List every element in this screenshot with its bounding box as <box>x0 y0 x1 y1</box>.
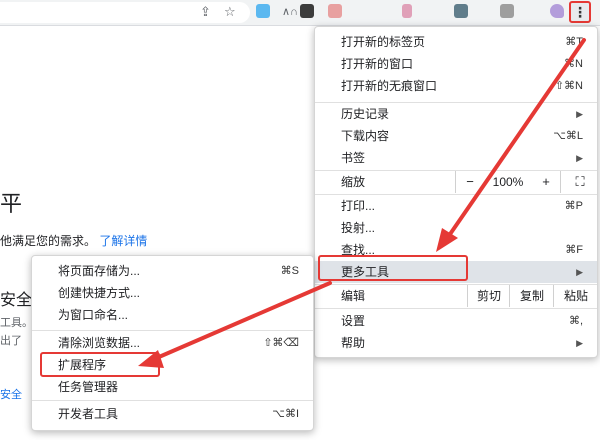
submenu-arrow-icon: ▶ <box>576 153 583 163</box>
menu-item-label: 帮助 <box>341 336 366 350</box>
section-line-1: 工具。 <box>0 317 33 329</box>
zoom-out-button[interactable]: − <box>456 171 484 193</box>
fullscreen-icon[interactable]: ⛶ <box>560 171 599 193</box>
menu-item-task-manager[interactable]: 任务管理器 <box>32 376 313 398</box>
extension-icon[interactable]: ∧∩ <box>282 4 298 20</box>
page-title-fragment: 平 <box>0 191 23 216</box>
shortcut-label: ⌘T <box>565 36 583 48</box>
menu-item-label: 任务管理器 <box>58 380 119 394</box>
menu-divider <box>315 308 597 309</box>
menu-item-label: 打印... <box>341 199 376 213</box>
menu-item-label: 打开新的标签页 <box>341 35 426 49</box>
menu-item-help[interactable]: 帮助 ▶ <box>315 332 597 354</box>
menu-divider <box>32 330 313 331</box>
page-desc-text: 他满足您的需求。 <box>0 234 97 248</box>
chrome-main-menu: 打开新的标签页 ⌘T 打开新的窗口 ⌘N 打开新的无痕窗口 ⇧⌘N 历史记录 ▶… <box>314 26 598 358</box>
extension-icon[interactable] <box>500 4 514 18</box>
security-link-fragment[interactable]: 安全 <box>0 386 22 402</box>
chrome-menu-button[interactable]: ⋮ <box>569 1 591 23</box>
menu-item-create-shortcut[interactable]: 创建快捷方式... <box>32 282 313 304</box>
menu-item-label: 下载内容 <box>341 129 390 143</box>
shortcut-label: ⌘F <box>565 244 583 256</box>
menu-item-label: 投射... <box>341 221 376 235</box>
zoom-in-button[interactable]: + <box>532 171 560 193</box>
menu-item-downloads[interactable]: 下载内容 ⌥⌘L <box>315 125 597 147</box>
address-bar[interactable] <box>0 2 250 23</box>
learn-more-link[interactable]: 了解详情 <box>99 234 147 248</box>
cut-button[interactable]: 剪切 <box>467 285 510 307</box>
menu-item-label: 打开新的窗口 <box>341 57 414 71</box>
more-tools-submenu: 将页面存储为... ⌘S 创建快捷方式... 为窗口命名... 清除浏览数据..… <box>31 255 314 431</box>
menu-item-label: 创建快捷方式... <box>58 286 141 300</box>
security-link[interactable]: 安全 <box>0 389 22 401</box>
menu-item-label: 缩放 <box>341 175 366 189</box>
menu-item-label: 编辑 <box>341 289 366 303</box>
shortcut-label: ⌘N <box>564 58 583 70</box>
menu-item-save-page[interactable]: 将页面存储为... ⌘S <box>32 260 313 282</box>
menu-item-history[interactable]: 历史记录 ▶ <box>315 103 597 125</box>
browser-toolbar: ⇪ ☆ ∧∩ ⋮ <box>0 0 600 26</box>
menu-item-label: 将页面存储为... <box>58 264 141 278</box>
highlight-box-extensions <box>40 352 160 377</box>
menu-item-label: 开发者工具 <box>58 407 119 421</box>
zoom-level: 100% <box>492 175 524 189</box>
copy-button[interactable]: 复制 <box>509 285 554 307</box>
extension-icon[interactable] <box>550 4 564 18</box>
extension-icon[interactable] <box>328 4 342 18</box>
shortcut-label: ⇧⌘⌫ <box>263 337 299 349</box>
menu-row-zoom: 缩放 − 100% + ⛶ <box>315 171 597 193</box>
paste-button[interactable]: 粘贴 <box>553 285 598 307</box>
menu-item-label: 书签 <box>341 151 366 165</box>
extension-icon[interactable] <box>402 4 412 18</box>
extension-icon[interactable] <box>256 4 270 18</box>
submenu-arrow-icon: ▶ <box>576 338 583 348</box>
menu-item-name-window[interactable]: 为窗口命名... <box>32 304 313 326</box>
menu-item-bookmarks[interactable]: 书签 ▶ <box>315 147 597 169</box>
extension-icon[interactable] <box>300 4 314 18</box>
section-line-2: 出了 <box>0 335 22 347</box>
menu-item-clear-data[interactable]: 清除浏览数据... ⇧⌘⌫ <box>32 332 313 354</box>
submenu-arrow-icon: ▶ <box>576 267 583 277</box>
shortcut-label: ⌘, <box>568 315 583 327</box>
star-icon[interactable]: ☆ <box>224 4 236 20</box>
menu-item-label: 为窗口命名... <box>58 308 129 322</box>
edit-controls: 剪切 复制 粘贴 <box>467 285 597 307</box>
share-icon[interactable]: ⇪ <box>200 4 211 20</box>
submenu-arrow-icon: ▶ <box>576 109 583 119</box>
extension-icon[interactable] <box>454 4 468 18</box>
shortcut-label: ⌥⌘L <box>553 130 583 142</box>
menu-item-incognito[interactable]: 打开新的无痕窗口 ⇧⌘N <box>315 75 597 97</box>
page-desc: 他满足您的需求。 了解详情 <box>0 232 147 249</box>
menu-item-settings[interactable]: 设置 ⌘, <box>315 310 597 332</box>
menu-item-print[interactable]: 打印... ⌘P <box>315 195 597 217</box>
menu-item-dev-tools[interactable]: 开发者工具 ⌥⌘I <box>32 403 313 425</box>
zoom-controls: − 100% + ⛶ <box>455 171 598 193</box>
menu-item-label: 打开新的无痕窗口 <box>341 79 438 93</box>
menu-item-label: 设置 <box>341 314 366 328</box>
section-heading-fragment: 安全 <box>0 292 33 309</box>
shortcut-label: ⌥⌘I <box>272 408 299 420</box>
menu-item-label: 清除浏览数据... <box>58 336 141 350</box>
menu-item-cast[interactable]: 投射... <box>315 217 597 239</box>
menu-divider <box>32 400 313 401</box>
menu-item-label: 历史记录 <box>341 107 390 121</box>
shortcut-label: ⇧⌘N <box>554 80 583 92</box>
shortcut-label: ⌘P <box>564 200 583 212</box>
menu-row-edit: 编辑 剪切 复制 粘贴 <box>315 285 597 307</box>
shortcut-label: ⌘S <box>280 265 299 277</box>
highlight-box-more-tools <box>318 255 468 281</box>
menu-item-new-tab[interactable]: 打开新的标签页 ⌘T <box>315 31 597 53</box>
menu-item-new-window[interactable]: 打开新的窗口 ⌘N <box>315 53 597 75</box>
